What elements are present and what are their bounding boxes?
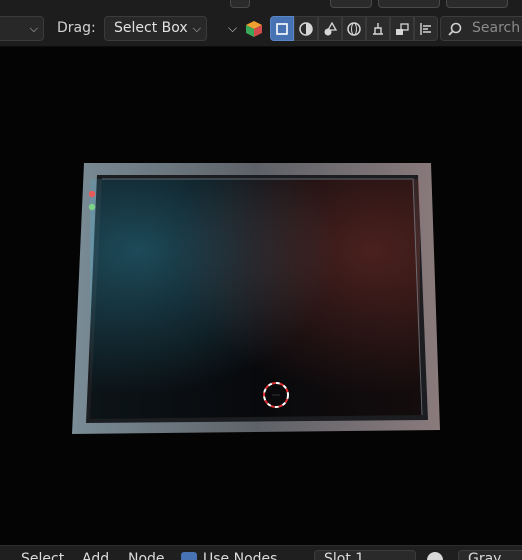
- node-editor-header: Select Add Node Use Nodes Slot 1 Gray Pl…: [0, 545, 522, 560]
- monitor-render: [72, 163, 440, 434]
- shapes-icon: [324, 21, 338, 35]
- half-circle-icon: [299, 21, 313, 36]
- chevron-down-icon: ⌵: [192, 22, 201, 35]
- brush-icon: [373, 22, 383, 35]
- gizmo-cube-icon[interactable]: [244, 20, 264, 42]
- search-icon: [448, 22, 462, 36]
- mode-button-5[interactable]: [366, 16, 390, 41]
- mode-button-3[interactable]: [318, 16, 342, 41]
- mode-button-7[interactable]: [414, 16, 438, 41]
- mode-dropdown[interactable]: ⌵: [0, 16, 44, 41]
- red-led: [88, 190, 96, 198]
- search-input[interactable]: Search: [440, 16, 522, 41]
- align-icon: [420, 22, 431, 35]
- chevron-down-icon: ⌵: [29, 22, 38, 35]
- sliver-button[interactable]: [330, 0, 372, 8]
- globe-icon: [347, 21, 361, 36]
- sliver-button[interactable]: [230, 0, 250, 8]
- green-led: [88, 203, 96, 211]
- select-box-tool-button[interactable]: [270, 16, 294, 41]
- top-toolbar-sliver: [0, 0, 522, 9]
- sliver-button[interactable]: [378, 0, 440, 8]
- mode-button-4[interactable]: [342, 16, 366, 41]
- search-placeholder: Search: [472, 20, 521, 36]
- layers-icon: [396, 22, 409, 35]
- mode-button-2[interactable]: [294, 16, 318, 41]
- drag-select-value: Select Box: [114, 20, 188, 36]
- drag-label: Drag:: [57, 20, 96, 36]
- mode-button-6[interactable]: [390, 16, 414, 41]
- chevron-down-icon[interactable]: ⌵: [228, 16, 237, 41]
- drag-select-dropdown[interactable]: Select Box ⌵: [104, 16, 207, 41]
- viewport-header: ⌵ Drag: Select Box ⌵ ⌵ Search: [0, 9, 522, 47]
- sliver-button[interactable]: [446, 0, 508, 8]
- select-box-icon: [276, 22, 288, 35]
- 3d-viewport[interactable]: [0, 47, 522, 545]
